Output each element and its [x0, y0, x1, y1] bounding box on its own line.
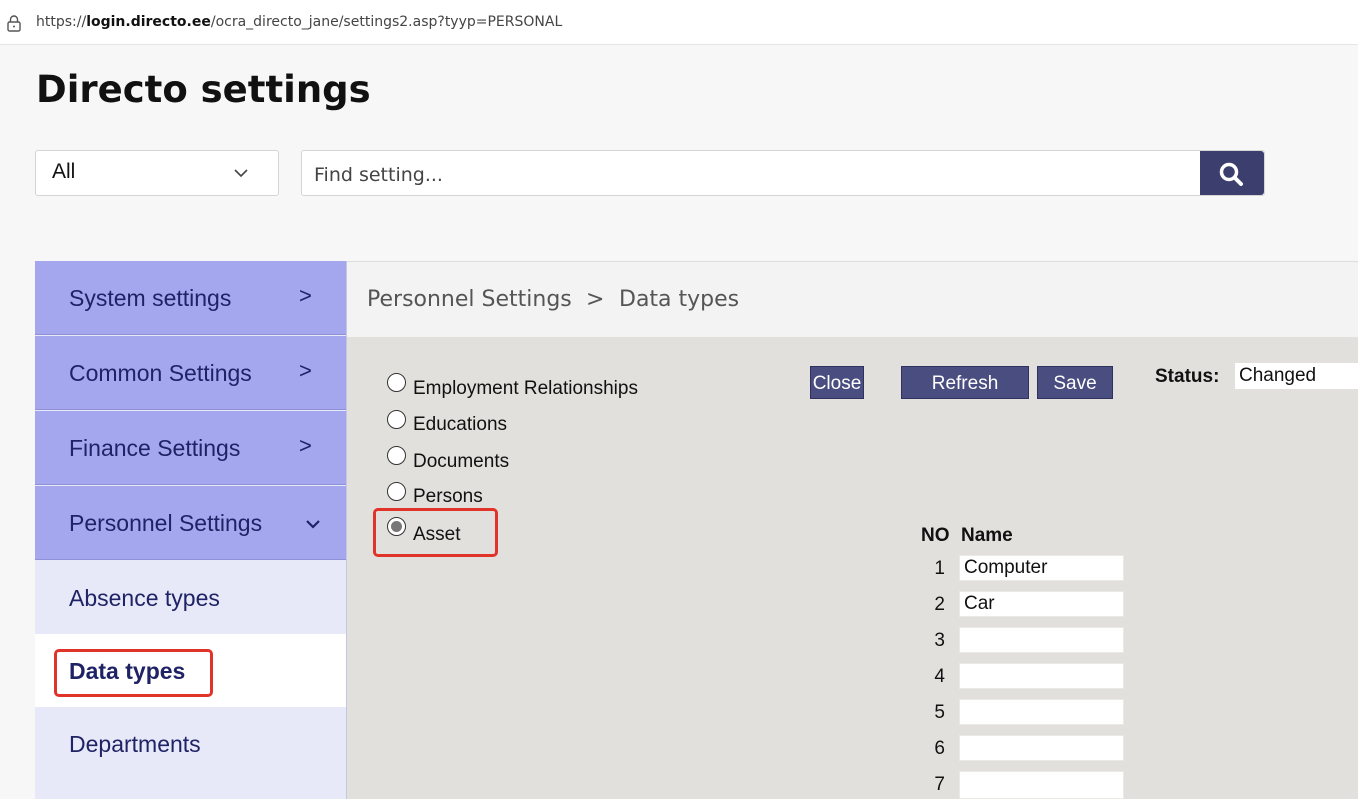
page-title: Directo settings [36, 68, 371, 111]
close-button[interactable]: Close [810, 366, 864, 399]
search-icon [1219, 162, 1243, 186]
address-bar[interactable]: https://login.directo.ee/ocra_directo_ja… [0, 0, 1358, 45]
url-domain: login.directo.ee [86, 14, 211, 30]
radio-button[interactable] [387, 482, 406, 501]
radio-button[interactable] [387, 410, 406, 429]
name-field[interactable]: Computer [959, 555, 1124, 581]
status-label: Status: [1155, 366, 1220, 387]
sidebar-item-label: Common Settings [69, 360, 252, 386]
sidebar-item-common-settings[interactable]: Common Settings > [35, 336, 346, 410]
radio-label: Documents [413, 451, 510, 472]
url-path: /ocra_directo_jane/settings2.asp?tyyp=PE… [210, 14, 563, 30]
sidebar-subitem-label: Departments [69, 731, 201, 757]
highlight-box-asset [373, 508, 498, 557]
save-button[interactable]: Save [1037, 366, 1113, 399]
search-box [301, 150, 1265, 196]
sidebar-subitem-absence-types[interactable]: Absence types [35, 561, 346, 634]
chevron-right-icon: > [299, 283, 312, 308]
status-value: Changed [1235, 363, 1358, 389]
row-number: 6 [934, 738, 945, 759]
name-field[interactable]: Car [959, 591, 1124, 617]
radio-button[interactable] [387, 373, 406, 392]
name-field[interactable] [959, 735, 1124, 761]
sidebar-item-finance-settings[interactable]: Finance Settings > [35, 411, 346, 485]
row-number: 1 [934, 558, 945, 579]
breadcrumb: Personnel Settings > Data types [347, 261, 1358, 337]
chevron-down-icon [234, 169, 248, 178]
name-field[interactable] [959, 627, 1124, 653]
column-header-no: NO [921, 525, 950, 546]
breadcrumb-separator: > [586, 287, 605, 312]
sidebar: System settings > Common Settings > Fina… [35, 261, 347, 799]
row-number: 2 [934, 594, 945, 615]
category-select[interactable]: All [35, 150, 279, 196]
name-field[interactable] [959, 663, 1124, 689]
sidebar-item-label: System settings [69, 285, 232, 311]
chevron-down-icon [306, 520, 320, 529]
sidebar-item-personnel-settings[interactable]: Personnel Settings [35, 486, 346, 560]
name-field[interactable] [959, 699, 1124, 725]
radio-label: Educations [413, 414, 508, 435]
sidebar-item-label: Personnel Settings [69, 510, 263, 536]
lock-icon [7, 15, 21, 32]
refresh-button[interactable]: Refresh [901, 366, 1029, 399]
radio-label: Persons [413, 486, 483, 507]
sidebar-subitem-label: Absence types [69, 585, 220, 611]
url-text: https://login.directo.ee/ocra_directo_ja… [36, 14, 562, 30]
radio-label: Employment Relationships [413, 378, 638, 399]
search-button[interactable] [1200, 151, 1264, 195]
settings-content: Employment Relationships Educations Docu… [347, 337, 1358, 799]
sidebar-subitem-departments[interactable]: Departments [35, 707, 346, 780]
url-prefix: https:// [36, 14, 87, 30]
search-input[interactable] [312, 159, 1196, 191]
row-number: 3 [934, 630, 945, 651]
radio-button[interactable] [387, 446, 406, 465]
category-select-value: All [52, 160, 76, 183]
name-field[interactable] [959, 771, 1124, 799]
row-number: 7 [934, 774, 945, 795]
breadcrumb-parent[interactable]: Personnel Settings [367, 287, 572, 312]
sidebar-item-label: Finance Settings [69, 435, 241, 461]
column-header-name: Name [961, 525, 1013, 546]
highlight-box-data-types [54, 649, 213, 697]
breadcrumb-current: Data types [619, 287, 740, 312]
row-number: 4 [934, 666, 945, 687]
chevron-right-icon: > [299, 433, 312, 458]
sidebar-item-system-settings[interactable]: System settings > [35, 261, 346, 335]
chevron-right-icon: > [299, 358, 312, 383]
row-number: 5 [934, 702, 945, 723]
